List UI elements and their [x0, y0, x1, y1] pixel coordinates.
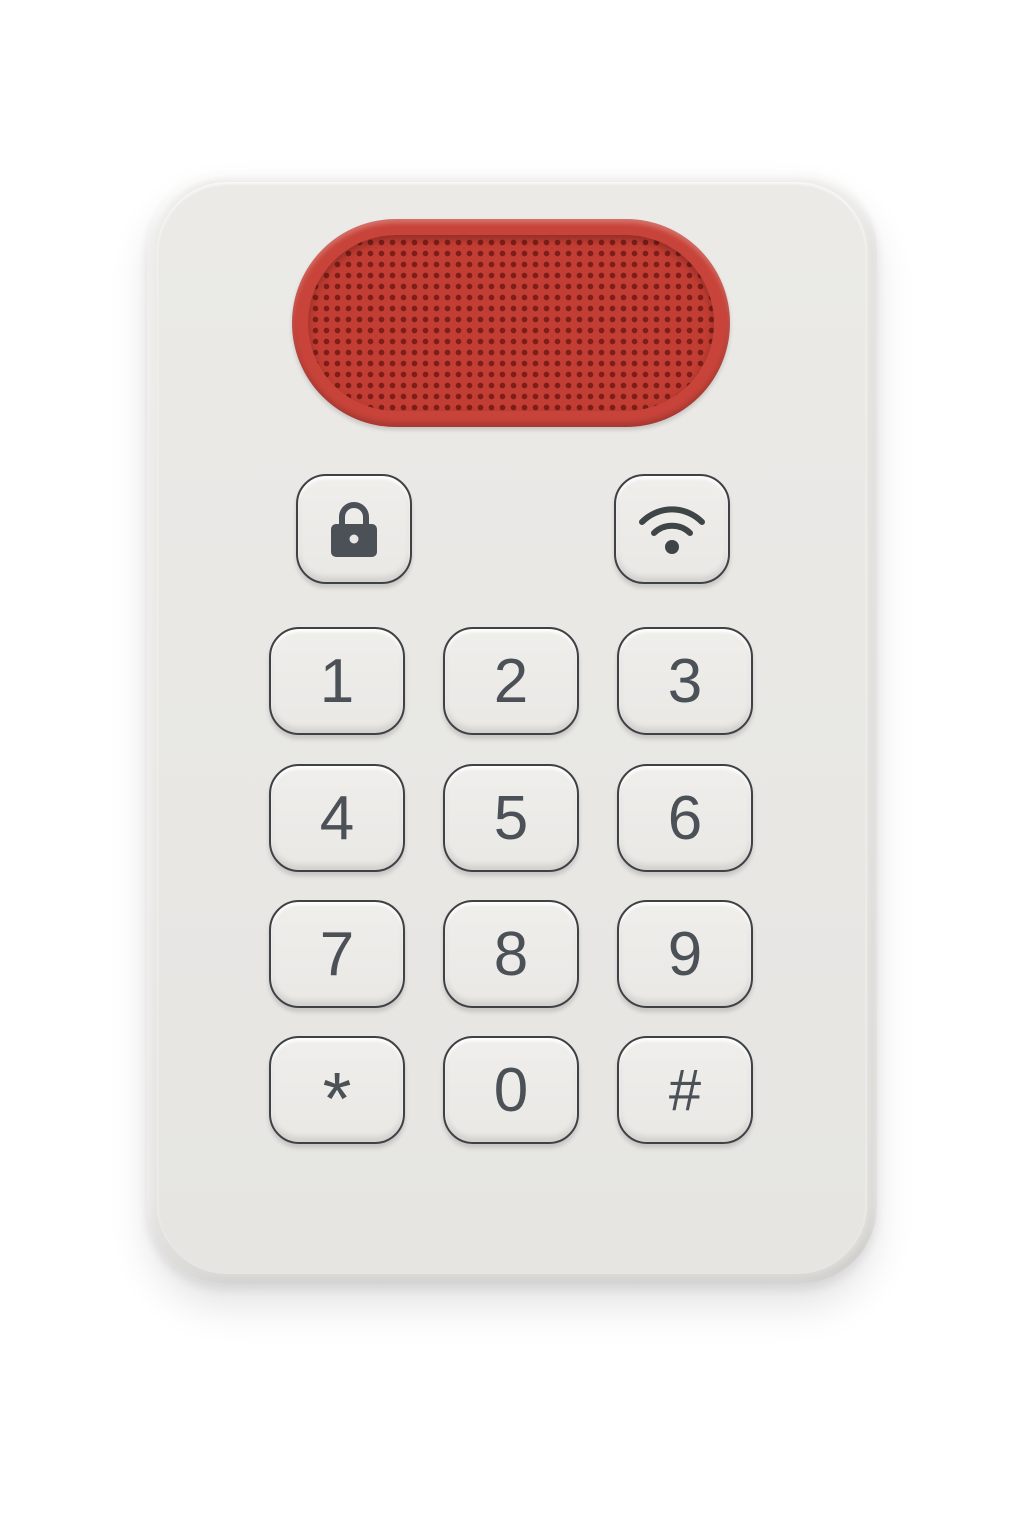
key-7[interactable]: 7	[269, 900, 405, 1008]
key-label: 2	[493, 647, 529, 716]
key-label: 6	[667, 784, 703, 853]
key-star[interactable]: *	[269, 1036, 405, 1144]
key-label: 8	[493, 920, 529, 989]
speaker-mesh	[308, 235, 714, 411]
wireless-button[interactable]	[614, 474, 730, 584]
key-label: 1	[319, 647, 355, 716]
key-label: 4	[319, 784, 355, 853]
key-3[interactable]: 3	[617, 627, 753, 735]
key-0[interactable]: 0	[443, 1036, 579, 1144]
key-label: 3	[667, 647, 703, 716]
key-4[interactable]: 4	[269, 764, 405, 872]
speaker-grille	[292, 219, 730, 427]
key-label: 0	[493, 1056, 529, 1125]
lock-button[interactable]	[296, 474, 412, 584]
key-label: 7	[319, 920, 355, 989]
lock-icon	[327, 499, 381, 559]
key-5[interactable]: 5	[443, 764, 579, 872]
key-9[interactable]: 9	[617, 900, 753, 1008]
key-label: 9	[667, 920, 703, 989]
key-6[interactable]: 6	[617, 764, 753, 872]
wifi-icon	[636, 500, 708, 558]
key-2[interactable]: 2	[443, 627, 579, 735]
key-label: 5	[493, 784, 529, 853]
key-label: #	[668, 1058, 702, 1123]
key-8[interactable]: 8	[443, 900, 579, 1008]
key-hash[interactable]: #	[617, 1036, 753, 1144]
key-1[interactable]: 1	[269, 627, 405, 735]
stage: 1 2 3 4 5 6 7 8 9 * 0 #	[0, 0, 1024, 1536]
key-label: *	[322, 1057, 352, 1140]
